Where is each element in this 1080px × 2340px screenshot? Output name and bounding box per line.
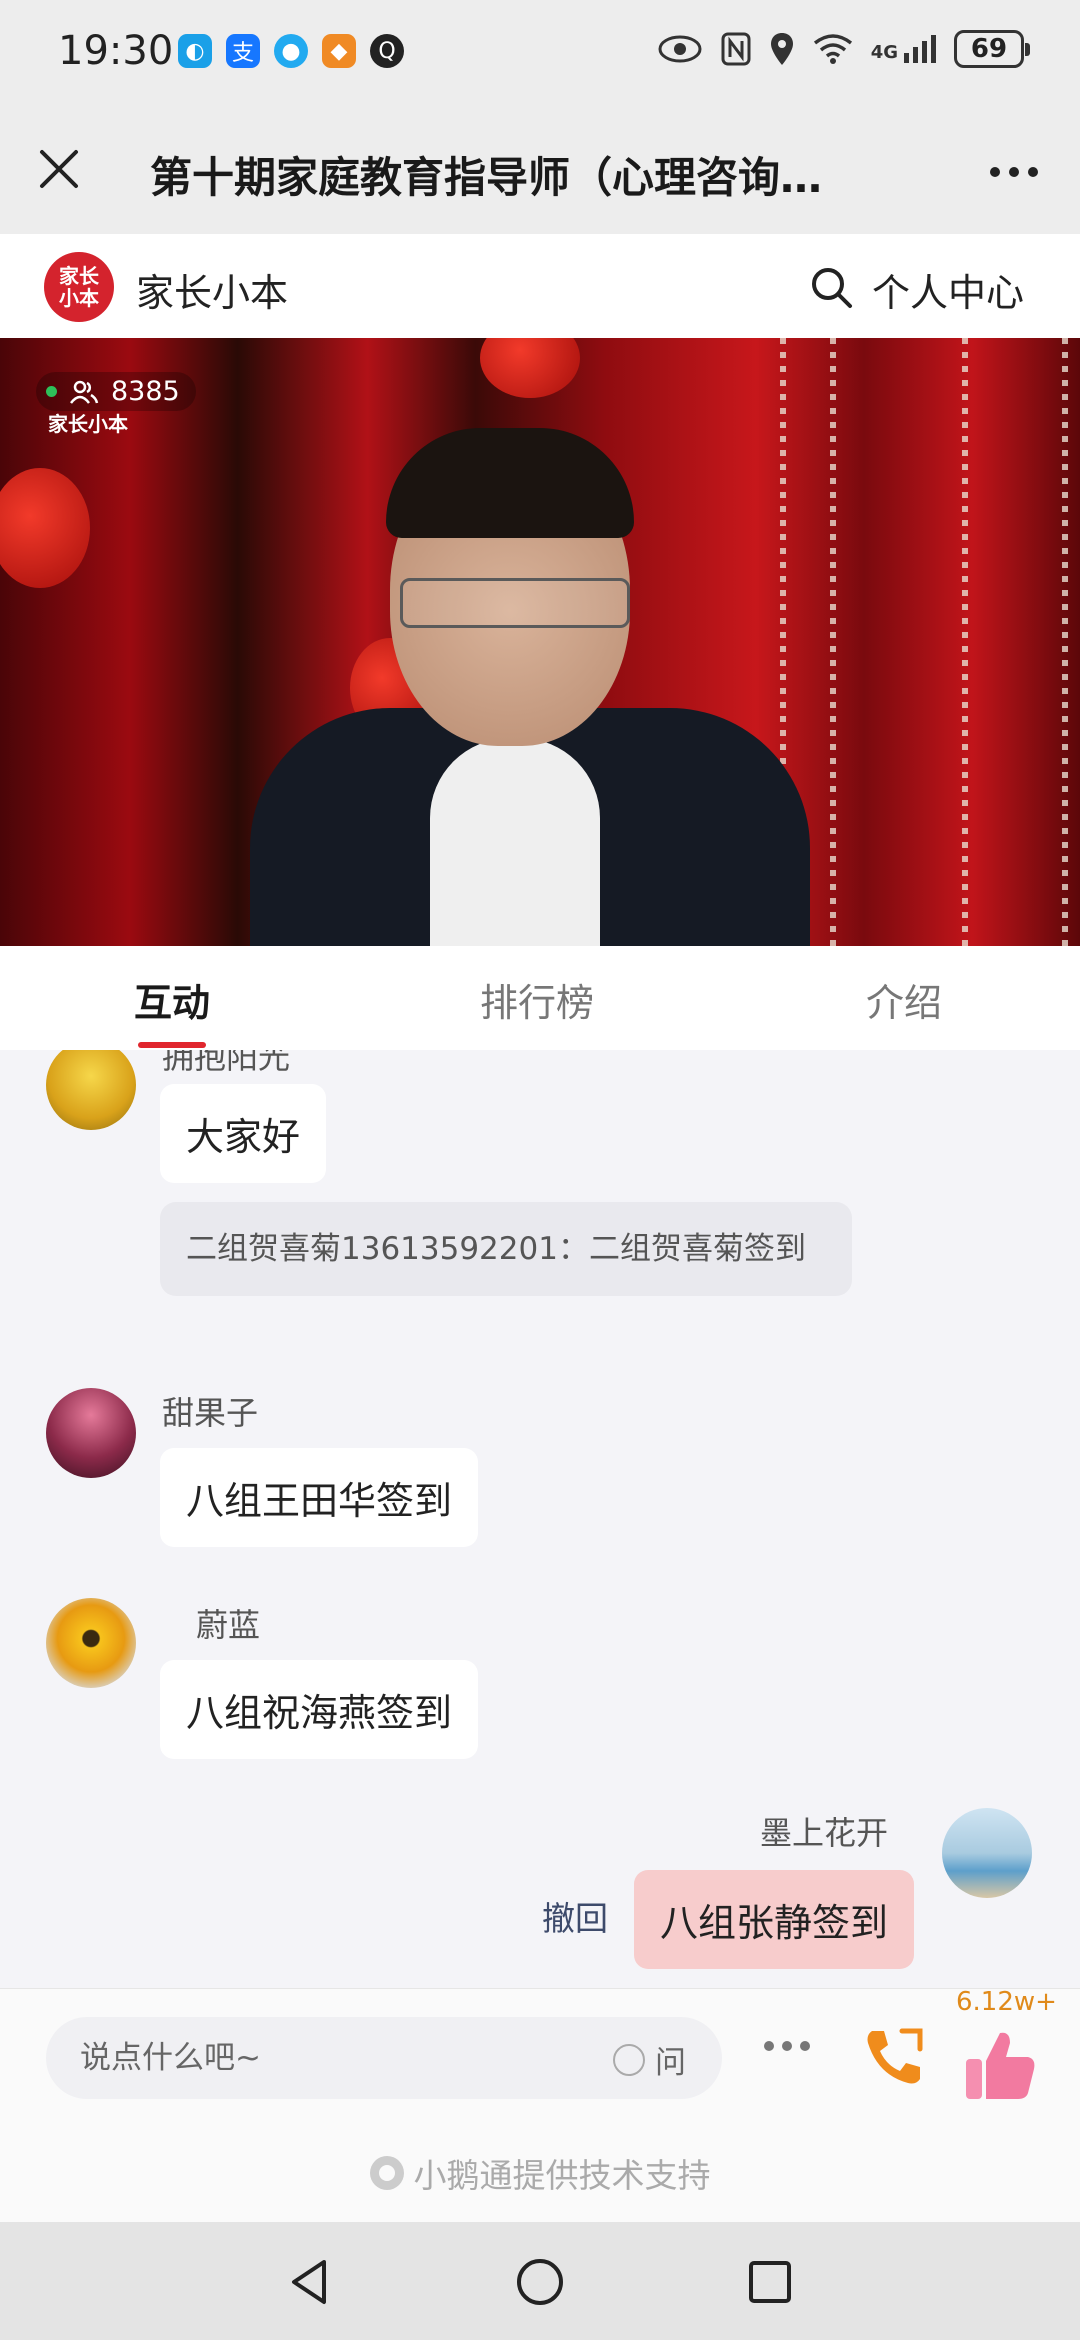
ask-label: 问 bbox=[655, 2045, 686, 2081]
brand-logo: 家长 小本 bbox=[44, 252, 114, 322]
viewers-icon bbox=[70, 380, 99, 404]
message-nickname: 甜果子 bbox=[162, 1394, 259, 1432]
like-count: 6.12w+ bbox=[956, 1987, 1057, 2017]
browser-app-icon: ◐ bbox=[178, 34, 212, 68]
battery-indicator: 69 bbox=[954, 30, 1030, 68]
close-button[interactable] bbox=[28, 138, 90, 200]
eye-icon bbox=[658, 35, 702, 63]
ask-checkbox[interactable] bbox=[613, 2043, 645, 2076]
nfc-icon bbox=[721, 32, 751, 66]
avatar[interactable] bbox=[942, 1808, 1032, 1898]
alipay-app-icon: 支 bbox=[226, 34, 260, 68]
live-viewer-badge: 8385 bbox=[36, 372, 196, 411]
viewer-count: 8385 bbox=[111, 376, 180, 407]
shield-app-icon: ◆ bbox=[322, 34, 356, 68]
tab-bar: 互动 排行榜 介绍 bbox=[0, 946, 1080, 1050]
message-app-icon: ● bbox=[274, 34, 308, 68]
video-watermark: 家长小本 bbox=[48, 412, 128, 436]
live-video-player[interactable]: 8385 家长小本 bbox=[0, 338, 1080, 946]
comment-input[interactable] bbox=[80, 2017, 560, 2099]
page-title: 第十期家庭教育指导师（心理咨询… bbox=[150, 153, 823, 202]
profile-link[interactable]: 个人中心 bbox=[872, 262, 1024, 317]
title-bar: 第十期家庭教育指导师（心理咨询… bbox=[0, 108, 1080, 234]
home-icon[interactable] bbox=[514, 2256, 566, 2308]
input-bar: 问 6.12w+ 小鹅通提供技术支持 bbox=[0, 1987, 1080, 2222]
ask-question-toggle[interactable]: 问 bbox=[613, 2037, 686, 2082]
more-options-button[interactable] bbox=[982, 144, 1046, 200]
close-icon bbox=[40, 150, 78, 188]
comment-input-box[interactable]: 问 bbox=[46, 2017, 722, 2099]
wifi-icon bbox=[813, 34, 852, 64]
status-bar: 19:30 ◐ 支 ● ◆ Q 4G 69 bbox=[0, 0, 1080, 108]
quoted-message[interactable]: 二组贺喜菊13613592201：二组贺喜菊签到 bbox=[160, 1202, 852, 1296]
brand-name: 家长小本 bbox=[136, 271, 289, 315]
back-icon[interactable] bbox=[284, 2256, 336, 2308]
more-actions-button[interactable] bbox=[764, 2041, 810, 2051]
notification-icons: ◐ 支 ● ◆ Q bbox=[178, 34, 404, 68]
tab-interaction[interactable]: 互动 bbox=[134, 972, 210, 1027]
phone-call-icon[interactable] bbox=[858, 2021, 930, 2093]
chat-list[interactable]: 拥抱阳光 大家好 二组贺喜菊13613592201：二组贺喜菊签到 甜果子 八组… bbox=[0, 1050, 1080, 1988]
message-bubble[interactable]: 八组王田华签到 bbox=[160, 1448, 479, 1547]
network-type: 4G bbox=[870, 42, 898, 63]
cellular-signal-icon: 4G bbox=[871, 35, 936, 63]
message-bubble[interactable]: 八组祝海燕签到 bbox=[160, 1660, 479, 1759]
message-nickname: 拥抱阳光 bbox=[162, 1050, 291, 1076]
message-nickname: 蔚蓝 bbox=[196, 1606, 261, 1644]
avatar[interactable] bbox=[46, 1050, 136, 1130]
location-icon bbox=[770, 33, 793, 65]
message-nickname: 墨上花开 bbox=[760, 1814, 889, 1852]
active-tab-indicator bbox=[138, 1042, 206, 1048]
tab-introduction[interactable]: 介绍 bbox=[866, 972, 942, 1027]
recent-apps-icon[interactable] bbox=[744, 2256, 796, 2308]
thumbs-up-icon[interactable] bbox=[960, 2025, 1040, 2105]
system-navigation-bar bbox=[0, 2222, 1080, 2340]
tech-support-footer: 小鹅通提供技术支持 bbox=[0, 2149, 1080, 2197]
system-indicators: 4G 69 bbox=[657, 30, 1030, 68]
recall-button[interactable]: 撤回 bbox=[542, 1892, 608, 1940]
qq-app-icon: Q bbox=[370, 34, 404, 68]
search-icon[interactable] bbox=[808, 264, 854, 310]
my-message-bubble[interactable]: 八组张静签到 bbox=[634, 1870, 915, 1969]
avatar[interactable] bbox=[46, 1388, 136, 1478]
brand-header: 家长 小本 家长小本 个人中心 bbox=[0, 234, 1080, 338]
tab-ranking[interactable]: 排行榜 bbox=[480, 972, 594, 1027]
live-indicator-dot bbox=[46, 386, 57, 397]
xiaoetong-logo-icon bbox=[369, 2156, 404, 2190]
status-time: 19:30 bbox=[58, 28, 174, 74]
avatar[interactable] bbox=[46, 1598, 136, 1688]
message-bubble[interactable]: 大家好 bbox=[160, 1084, 327, 1183]
support-text: 小鹅通提供技术支持 bbox=[413, 2156, 711, 2195]
